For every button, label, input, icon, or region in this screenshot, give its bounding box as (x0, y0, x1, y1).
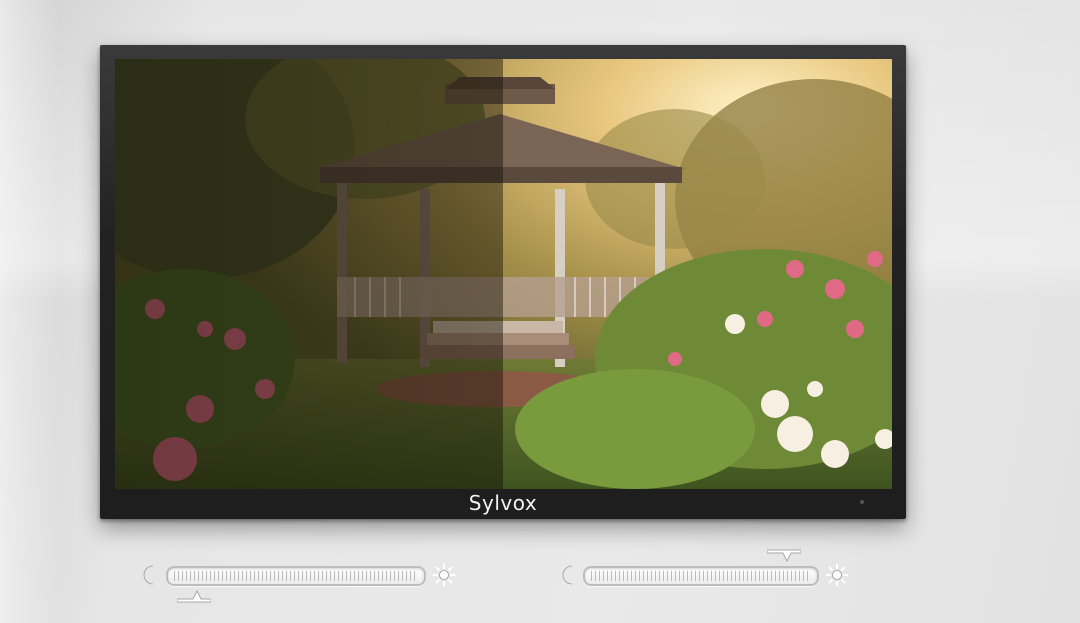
power-indicator (860, 500, 864, 504)
slider-track[interactable] (583, 566, 819, 586)
slider-ticks (591, 571, 811, 581)
slider-track[interactable] (166, 566, 426, 586)
monitor-screen (115, 59, 892, 489)
sun-icon (432, 563, 456, 587)
brightness-slider-bright[interactable] (557, 563, 857, 593)
brand-logo: Sylvox (468, 491, 538, 515)
moon-icon (143, 565, 154, 585)
slider-thumb[interactable] (767, 549, 802, 563)
sun-icon (825, 563, 849, 587)
moon-icon (562, 565, 573, 585)
slider-ticks (174, 571, 418, 581)
monitor: Sylvox (100, 45, 906, 519)
slider-thumb[interactable] (176, 589, 211, 603)
garden-gazebo-image (115, 59, 892, 489)
